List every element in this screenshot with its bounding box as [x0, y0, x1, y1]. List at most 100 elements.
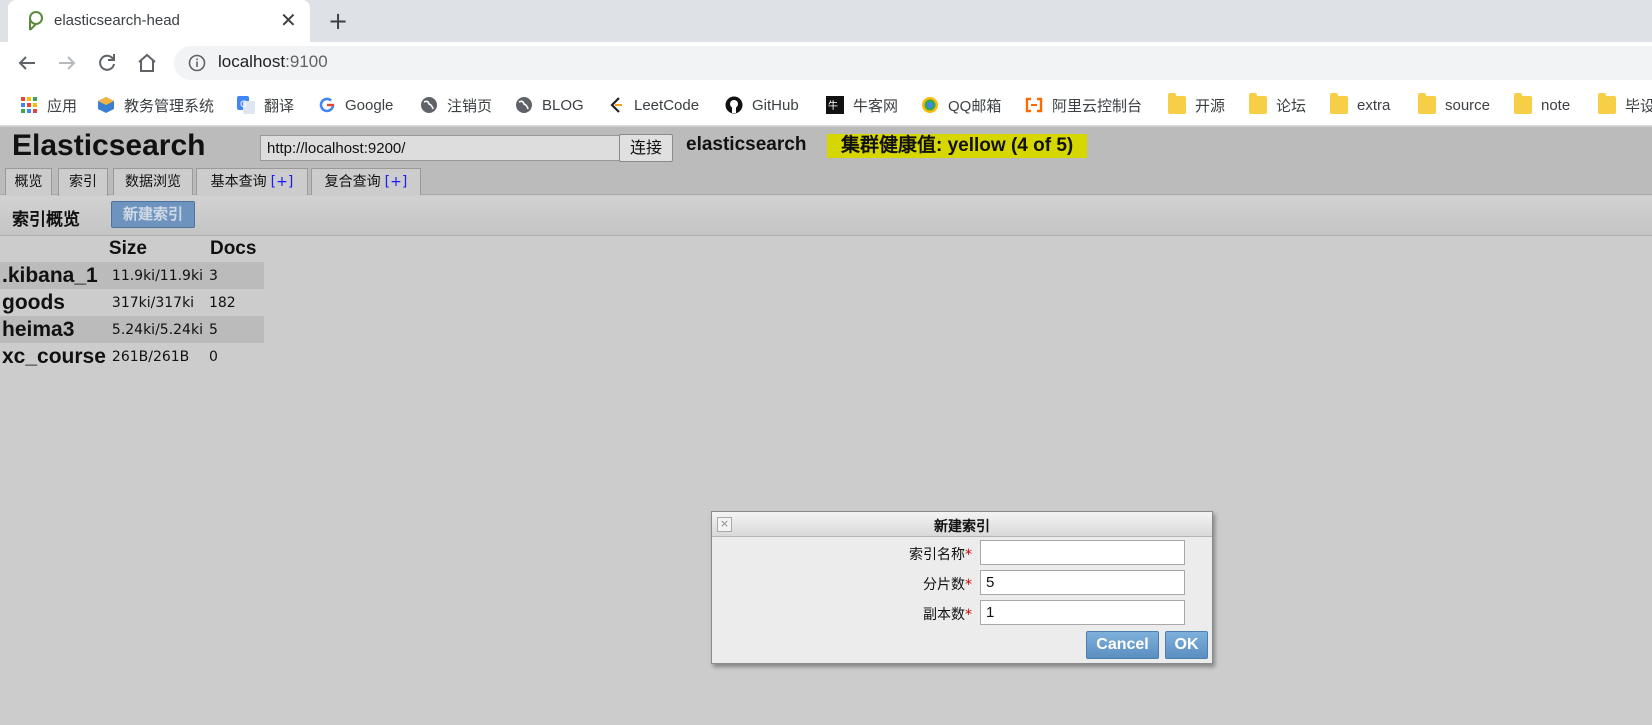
index-name[interactable]: goods	[0, 289, 109, 316]
browser-tab[interactable]: elasticsearch-head ✕	[8, 0, 310, 42]
svg-text:G: G	[240, 100, 247, 110]
required-marker: *	[965, 577, 972, 593]
url-port: :9100	[285, 52, 328, 71]
url-host: localhost	[218, 52, 286, 71]
column-header-name	[0, 236, 109, 262]
shards-label: 分片数*	[923, 574, 972, 594]
jiaowu-cube-icon	[98, 97, 114, 113]
elasticsearch-head-favicon-icon	[29, 11, 43, 31]
address-bar[interactable]: localhost:9100	[174, 46, 1652, 80]
tab-basic-query[interactable]: 基本查询 [+]	[196, 168, 308, 195]
bookmark-label: LeetCode	[634, 96, 700, 114]
new-index-dialog: × 新建索引 索引名称* 分片数* 副本数* Cancel OK	[711, 511, 1213, 664]
tab-indices[interactable]: 索引	[58, 168, 108, 196]
back-arrow-icon[interactable]	[15, 51, 39, 75]
bookmark-folder-source[interactable]: source	[1418, 93, 1491, 116]
folder-icon	[1330, 93, 1348, 114]
column-header-size: Size	[108, 238, 147, 259]
folder-icon	[1168, 93, 1186, 114]
tab-label: 基本查询	[210, 174, 267, 190]
bookmark-label: 开源	[1195, 97, 1226, 115]
tab-label: 复合查询	[324, 174, 381, 190]
tab-compound-query[interactable]: 复合查询 [+]	[311, 168, 421, 195]
tab-close-icon[interactable]: ✕	[280, 9, 297, 31]
tab-browser[interactable]: 数据浏览	[113, 168, 193, 195]
bookmark-label: source	[1445, 96, 1491, 114]
bookmark-label: 阿里云控制台	[1052, 97, 1143, 115]
tab-label: 概览	[14, 174, 43, 190]
nowcoder-icon: 牛	[826, 96, 844, 114]
bookmark-nowcoder[interactable]: 牛 牛客网	[826, 94, 898, 116]
qq-mail-icon	[922, 97, 938, 113]
bookmark-folder-forum[interactable]: 论坛	[1249, 93, 1306, 116]
ok-button[interactable]: OK	[1165, 631, 1208, 659]
browser-tabstrip: elasticsearch-head ✕ +	[0, 0, 1652, 42]
index-name-input[interactable]	[980, 540, 1185, 565]
required-marker: *	[965, 607, 972, 623]
leetcode-icon	[610, 97, 622, 113]
index-size: 5.24ki/5.24ki	[108, 316, 206, 343]
table-row[interactable]: goods 317ki/317ki 182	[0, 289, 264, 316]
bookmark-folder-note[interactable]: note	[1514, 93, 1571, 116]
bookmark-logout[interactable]: 注销页	[420, 94, 492, 116]
bookmark-jiaowu[interactable]: 教务管理系统	[97, 94, 214, 116]
tab-plus: [+]	[270, 174, 294, 190]
forward-arrow-icon[interactable]	[55, 51, 79, 75]
new-tab-button[interactable]: +	[328, 8, 348, 34]
aliyun-icon	[1025, 97, 1043, 113]
bookmark-label: 翻译	[264, 97, 295, 115]
url-text[interactable]: localhost:9100	[218, 52, 328, 72]
cancel-button[interactable]: Cancel	[1086, 631, 1159, 659]
index-name[interactable]: xc_course	[0, 343, 109, 370]
field-label-text: 副本数	[923, 607, 965, 623]
index-size: 11.9ki/11.9ki	[108, 262, 206, 289]
index-name[interactable]: heima3	[0, 316, 109, 343]
index-size: 317ki/317ki	[111, 294, 195, 311]
bookmark-label: Google	[345, 96, 394, 114]
bookmarks-bar: 应用 教务管理系统 G 翻译 Google 注销页 BLOG LeetCode …	[0, 84, 1652, 126]
bookmark-apps[interactable]: 应用	[20, 94, 77, 116]
folder-icon	[1249, 93, 1267, 114]
cluster-name: elasticsearch	[686, 134, 807, 155]
index-docs: 0	[208, 348, 218, 365]
bookmark-label: extra	[1357, 96, 1391, 114]
server-url-input[interactable]	[260, 135, 620, 161]
bookmark-label: 牛客网	[853, 97, 899, 115]
app-header: Elasticsearch 连接 elasticsearch 集群健康值: ye…	[0, 127, 1652, 196]
bookmark-folder-thesis[interactable]: 毕设	[1598, 93, 1652, 116]
folder-icon	[1598, 93, 1616, 114]
google-translate-icon: G	[237, 96, 255, 114]
indices-toolbar: 索引概览 新建索引	[0, 196, 1652, 236]
table-row[interactable]: xc_course 261B/261B 0	[0, 343, 264, 370]
bookmark-github[interactable]: GitHub	[725, 94, 799, 116]
replicas-input[interactable]	[980, 600, 1185, 625]
tab-plus: [+]	[384, 174, 408, 190]
shards-input[interactable]	[980, 570, 1185, 595]
table-row[interactable]: .kibana_1 11.9ki/11.9ki 3	[0, 262, 264, 289]
bookmark-google[interactable]: Google	[318, 94, 393, 116]
index-docs: 182	[208, 294, 236, 311]
reload-icon[interactable]	[95, 51, 119, 75]
bookmark-blog[interactable]: BLOG	[515, 94, 584, 116]
app-title: Elasticsearch	[12, 129, 206, 162]
bookmark-leetcode[interactable]: LeetCode	[607, 94, 699, 116]
bookmark-translate[interactable]: G 翻译	[237, 94, 294, 116]
bookmark-folder-open-source[interactable]: 开源	[1168, 93, 1226, 116]
bookmark-folder-extra[interactable]: extra	[1330, 93, 1391, 116]
globe-icon	[516, 97, 532, 113]
site-info-icon[interactable]	[188, 54, 206, 72]
bookmark-aliyun[interactable]: 阿里云控制台	[1025, 94, 1142, 116]
apps-grid-icon	[21, 97, 37, 113]
indices-overview-title: 索引概览	[12, 210, 80, 230]
tab-overview[interactable]: 概览	[5, 168, 52, 195]
index-name[interactable]: .kibana_1	[0, 262, 109, 289]
tab-label: 数据浏览	[125, 174, 181, 190]
dialog-titlebar[interactable]: × 新建索引	[712, 512, 1212, 537]
bookmark-qqmail[interactable]: QQ邮箱	[921, 94, 1001, 116]
new-index-button[interactable]: 新建索引	[111, 201, 195, 228]
home-icon[interactable]	[135, 51, 159, 75]
table-row[interactable]: heima3 5.24ki/5.24ki 5	[0, 316, 264, 343]
bookmark-label: 应用	[47, 97, 78, 115]
connect-button[interactable]: 连接	[619, 134, 673, 162]
bookmark-label: note	[1541, 96, 1571, 114]
